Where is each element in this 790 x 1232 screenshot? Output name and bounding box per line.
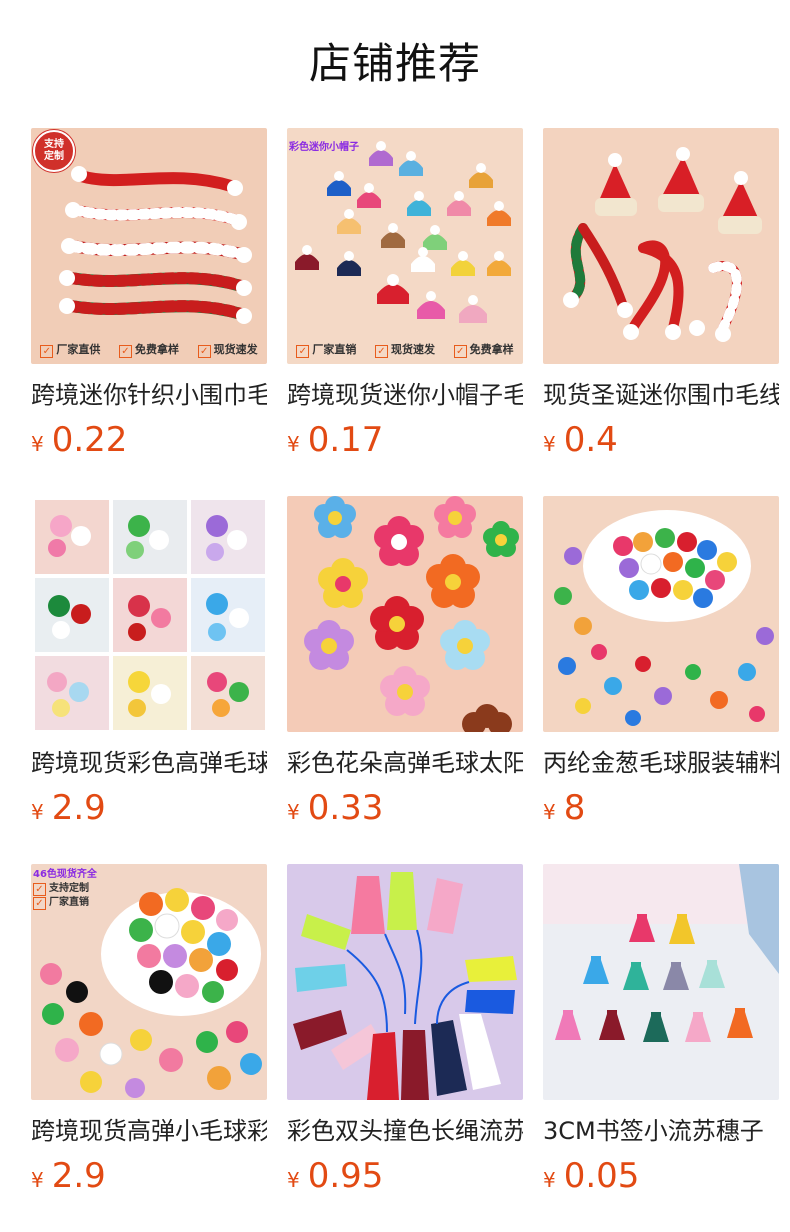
price-amount: 8 <box>563 788 586 828</box>
check-icon: ✓ <box>40 345 54 358</box>
product-name[interactable]: 3CM书签小流苏穗子 <box>543 1114 779 1148</box>
product-card[interactable]: 跨境现货彩色高弹毛球彩色绒球 ¥ 2.9 <box>31 496 267 864</box>
feature-label: 免费拿样 <box>134 343 179 356</box>
check-icon: ✓ <box>33 897 46 910</box>
product-name[interactable]: 丙纶金葱毛球服装辅料装饰 <box>543 746 779 780</box>
currency-symbol: ¥ <box>543 1168 556 1192</box>
long-tassels-illustration <box>293 872 517 1100</box>
thumb-tag-text: 支持定制 <box>49 883 89 894</box>
feature-label: 现货速发 <box>390 343 435 356</box>
product-name[interactable]: 跨境现货高弹小毛球彩色绒球 <box>31 1114 267 1148</box>
feature-label: 厂家直供 <box>56 343 101 356</box>
product-name[interactable]: 现货圣诞迷你围巾毛线小帽子套装 <box>543 378 779 412</box>
currency-symbol: ¥ <box>287 1168 300 1192</box>
custom-support-badge: 支持 定制 <box>33 130 75 172</box>
pompom-collage-illustration <box>35 500 265 730</box>
product-name[interactable]: 跨境迷你针织小围巾毛线圣诞装饰 <box>31 378 267 412</box>
product-price: ¥ 0.22 <box>31 420 267 460</box>
page-title: 店铺推荐 <box>308 39 481 88</box>
product-card[interactable]: 彩色迷你小帽子 ✓厂家直销 ✓现货速发 ✓免费拿样 跨境现货迷你小帽子毛线针织小… <box>287 128 523 496</box>
product-card[interactable]: 46色现货齐全 ✓支持定制 ✓厂家直销 跨境现货高弹小毛球彩色绒球 ¥ 2.9 <box>31 864 267 1232</box>
feature-strip: ✓ 厂家直供 ✓ 免费拿样 ✓ 现货速发 <box>31 341 267 358</box>
price-amount: 0.95 <box>307 1156 384 1196</box>
product-card[interactable]: 丙纶金葱毛球服装辅料装饰 ¥ 8 <box>543 496 779 864</box>
pompom-flowers-illustration <box>304 496 519 732</box>
price-amount: 0.05 <box>563 1156 640 1196</box>
thumb-tag-item: ✓ 厂家直销 <box>33 896 97 910</box>
feature-item: ✓ 厂家直销 <box>296 341 356 358</box>
feature-label: 厂家直销 <box>312 343 357 356</box>
feature-label: 免费拿样 <box>469 343 514 356</box>
small-tassels-illustration <box>543 864 779 1042</box>
check-icon: ✓ <box>374 345 388 358</box>
currency-symbol: ¥ <box>31 1168 44 1192</box>
price-amount: 0.17 <box>307 420 384 460</box>
product-name[interactable]: 跨境现货迷你小帽子毛线针织小帽 <box>287 378 523 412</box>
badge-line-1: 支持 <box>44 139 64 150</box>
product-price: ¥ 8 <box>543 788 779 828</box>
feature-label: 现货速发 <box>213 343 258 356</box>
currency-symbol: ¥ <box>31 432 44 456</box>
check-icon: ✓ <box>453 345 467 358</box>
product-image[interactable] <box>543 864 779 1100</box>
product-image[interactable] <box>287 864 523 1100</box>
product-price: ¥ 0.33 <box>287 788 523 828</box>
currency-symbol: ¥ <box>287 800 300 824</box>
product-name[interactable]: 彩色双头撞色长绳流苏挂件 <box>287 1114 523 1148</box>
mini-hats-illustration <box>295 141 511 323</box>
product-card[interactable]: 支持 定制 ✓厂家直供 ✓免费拿样 ✓现货速发 跨境迷你针织小围巾毛线圣诞装饰 … <box>31 128 267 496</box>
price-amount: 0.22 <box>51 420 128 460</box>
product-image[interactable]: 支持 定制 ✓ 厂家直供 ✓ 免费拿样 ✓ 现货速发 <box>31 128 267 364</box>
feature-item: ✓ 免费拿样 <box>118 341 179 358</box>
currency-symbol: ¥ <box>543 432 556 456</box>
feature-item: ✓ 厂家直供 <box>40 341 100 358</box>
product-price: ¥ 0.05 <box>543 1156 779 1196</box>
price-amount: 0.33 <box>307 788 384 828</box>
product-price: ¥ 2.9 <box>31 788 267 828</box>
product-price: ¥ 0.17 <box>287 420 523 460</box>
product-card[interactable]: 现货圣诞迷你围巾毛线小帽子套装 ¥ 0.4 <box>543 128 779 496</box>
product-price: ¥ 0.4 <box>543 420 779 460</box>
currency-symbol: ¥ <box>31 800 44 824</box>
feature-item: ✓ 免费拿样 <box>453 341 514 358</box>
product-image[interactable] <box>543 128 779 364</box>
check-icon: ✓ <box>296 345 310 358</box>
check-icon: ✓ <box>118 345 132 358</box>
product-name[interactable]: 彩色花朵高弹毛球太阳花装饰 <box>287 746 523 780</box>
product-card[interactable]: 彩色花朵高弹毛球太阳花装饰 ¥ 0.33 <box>287 496 523 864</box>
product-price: ¥ 0.95 <box>287 1156 523 1196</box>
price-amount: 2.9 <box>51 788 106 828</box>
feature-item: ✓ 现货速发 <box>197 341 258 358</box>
christmas-set-illustration <box>563 147 762 342</box>
thumb-tag: 彩色迷你小帽子 <box>289 142 359 153</box>
product-image[interactable]: 46色现货齐全 ✓ 支持定制 ✓ 厂家直销 <box>31 864 267 1100</box>
check-icon: ✓ <box>197 345 211 358</box>
product-image[interactable]: 彩色迷你小帽子 ✓ 厂家直销 ✓ 现货速发 ✓ 免费拿样 <box>287 128 523 364</box>
product-card[interactable]: 彩色双头撞色长绳流苏挂件 ¥ 0.95 <box>287 864 523 1232</box>
thumb-tag-list: 46色现货齐全 ✓ 支持定制 ✓ 厂家直销 <box>33 868 97 910</box>
product-price: ¥ 2.9 <box>31 1156 267 1196</box>
price-amount: 0.4 <box>563 420 618 460</box>
product-image[interactable] <box>543 496 779 732</box>
feature-strip: ✓ 厂家直销 ✓ 现货速发 ✓ 免费拿样 <box>287 341 523 358</box>
thumb-tag-item: ✓ 支持定制 <box>33 882 97 896</box>
product-image[interactable] <box>31 496 267 732</box>
product-image[interactable] <box>287 496 523 732</box>
tinsel-pompoms-illustration <box>554 510 774 726</box>
price-amount: 2.9 <box>51 1156 106 1196</box>
product-name[interactable]: 跨境现货彩色高弹毛球彩色绒球 <box>31 746 267 780</box>
badge-line-2: 定制 <box>44 151 64 162</box>
feature-item: ✓ 现货速发 <box>374 341 435 358</box>
thumb-tag-text: 厂家直销 <box>49 897 89 908</box>
thumb-tag-head: 46色现货齐全 <box>33 869 97 880</box>
currency-symbol: ¥ <box>543 800 556 824</box>
product-card[interactable]: 3CM书签小流苏穗子 ¥ 0.05 <box>543 864 779 1232</box>
currency-symbol: ¥ <box>287 432 300 456</box>
product-grid: 支持 定制 ✓厂家直供 ✓免费拿样 ✓现货速发 跨境迷你针织小围巾毛线圣诞装饰 … <box>31 128 779 1232</box>
check-icon: ✓ <box>33 883 46 896</box>
